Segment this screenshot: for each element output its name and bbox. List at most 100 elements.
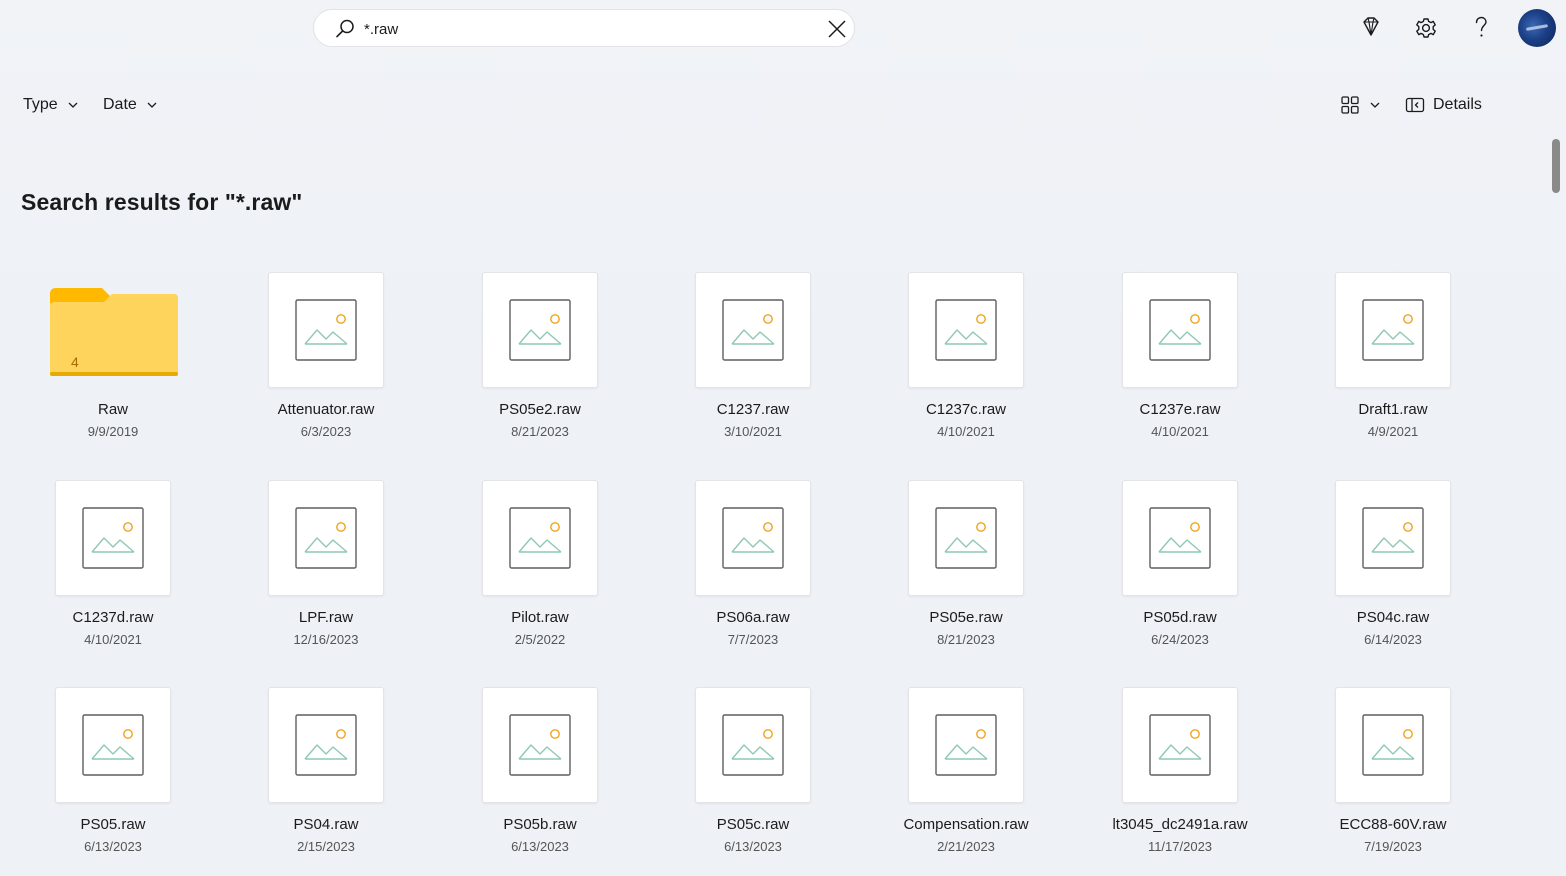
file-date: 2/15/2023 <box>297 839 355 854</box>
vertical-scrollbar[interactable] <box>1552 139 1560 193</box>
file-name: Draft1.raw <box>1358 401 1428 418</box>
file-date: 6/13/2023 <box>84 839 142 854</box>
file-name: PS05b.raw <box>503 816 577 833</box>
file-thumbnail <box>1335 480 1451 596</box>
file-thumbnail <box>908 687 1024 803</box>
file-explorer-window: Type Date Details Search results for "*.… <box>0 0 1566 876</box>
file-item[interactable]: LPF.raw 12/16/2023 <box>226 478 426 668</box>
image-placeholder-icon <box>722 299 784 361</box>
page-title: Search results for "*.raw" <box>21 189 303 215</box>
file-thumbnail <box>1122 272 1238 388</box>
file-item[interactable]: Compensation.raw 2/21/2023 <box>866 685 1066 875</box>
file-thumbnail <box>482 480 598 596</box>
file-date: 8/21/2023 <box>511 424 569 439</box>
file-item[interactable]: PS05b.raw 6/13/2023 <box>440 685 640 875</box>
file-name: Pilot.raw <box>511 609 569 626</box>
file-name: Compensation.raw <box>903 816 1029 833</box>
file-date: 4/10/2021 <box>1151 424 1209 439</box>
file-item[interactable]: Draft1.raw 4/9/2021 <box>1293 270 1493 460</box>
file-item[interactable]: Attenuator.raw 6/3/2023 <box>226 270 426 460</box>
file-item[interactable]: C1237d.raw 4/10/2021 <box>13 478 213 668</box>
avatar[interactable] <box>1518 9 1556 47</box>
file-thumbnail <box>268 687 384 803</box>
search-box[interactable] <box>313 9 855 47</box>
date-filter-label: Date <box>103 96 137 113</box>
file-item[interactable]: PS05e.raw 8/21/2023 <box>866 478 1066 668</box>
chevron-down-icon <box>1370 102 1380 108</box>
search-icon <box>336 19 354 38</box>
date-filter-dropdown[interactable]: Date <box>103 94 158 116</box>
folder-icon <box>50 288 178 376</box>
file-item[interactable]: PS05d.raw 6/24/2023 <box>1080 478 1280 668</box>
image-placeholder-icon <box>935 714 997 776</box>
file-name: Attenuator.raw <box>277 401 375 418</box>
image-placeholder-icon <box>1362 507 1424 569</box>
image-placeholder-icon <box>82 507 144 569</box>
file-thumbnail <box>1122 480 1238 596</box>
type-filter-dropdown[interactable]: Type <box>23 94 79 116</box>
file-thumbnail <box>1335 687 1451 803</box>
view-layout-dropdown[interactable] <box>1340 94 1381 116</box>
chevron-down-icon <box>68 102 78 108</box>
chevron-down-icon <box>147 102 157 108</box>
file-name: lt3045_dc2491a.raw <box>1112 816 1248 833</box>
file-item[interactable]: PS05e2.raw 8/21/2023 <box>440 270 640 460</box>
file-item[interactable]: C1237.raw 3/10/2021 <box>653 270 853 460</box>
gear-icon[interactable] <box>1413 14 1439 42</box>
file-thumbnail <box>695 480 811 596</box>
help-icon[interactable] <box>1468 14 1494 42</box>
file-item[interactable]: PS05c.raw 6/13/2023 <box>653 685 853 875</box>
file-name: C1237d.raw <box>72 609 154 626</box>
image-placeholder-icon <box>1149 299 1211 361</box>
file-item[interactable]: ECC88-60V.raw 7/19/2023 <box>1293 685 1493 875</box>
file-thumbnail <box>908 480 1024 596</box>
file-name: C1237.raw <box>716 401 790 418</box>
diamond-icon[interactable] <box>1358 14 1384 42</box>
file-date: 2/21/2023 <box>937 839 995 854</box>
file-date: 2/5/2022 <box>514 632 566 647</box>
file-thumbnail <box>1335 272 1451 388</box>
file-thumbnail <box>908 272 1024 388</box>
file-item[interactable]: C1237c.raw 4/10/2021 <box>866 270 1066 460</box>
clear-search-icon[interactable] <box>826 18 848 40</box>
file-name: PS05e2.raw <box>499 401 581 418</box>
file-date: 11/17/2023 <box>1147 839 1213 854</box>
file-name: C1237e.raw <box>1139 401 1221 418</box>
file-name: PS04.raw <box>293 816 359 833</box>
file-thumbnail <box>55 480 171 596</box>
file-date: 4/10/2021 <box>84 632 142 647</box>
search-input[interactable] <box>364 18 804 40</box>
image-placeholder-icon <box>935 507 997 569</box>
image-placeholder-icon <box>295 714 357 776</box>
file-thumbnail <box>268 272 384 388</box>
folder-item[interactable]: 4 Raw 9/9/2019 <box>13 270 213 460</box>
file-name: PS05c.raw <box>716 816 790 833</box>
file-item[interactable]: PS04.raw 2/15/2023 <box>226 685 426 875</box>
image-placeholder-icon <box>509 714 571 776</box>
file-item[interactable]: PS06a.raw 7/7/2023 <box>653 478 853 668</box>
image-placeholder-icon <box>1149 714 1211 776</box>
file-item[interactable]: Pilot.raw 2/5/2022 <box>440 478 640 668</box>
file-name: PS06a.raw <box>716 609 790 626</box>
file-item[interactable]: PS05.raw 6/13/2023 <box>13 685 213 875</box>
file-thumbnail <box>482 687 598 803</box>
type-filter-label: Type <box>23 96 58 113</box>
file-item[interactable]: lt3045_dc2491a.raw 11/17/2023 <box>1080 685 1280 875</box>
file-thumbnail <box>1122 687 1238 803</box>
file-name: PS05d.raw <box>1143 609 1217 626</box>
image-placeholder-icon <box>1362 299 1424 361</box>
file-item[interactable]: PS04c.raw 6/14/2023 <box>1293 478 1493 668</box>
file-date: 12/16/2023 <box>293 632 359 647</box>
file-item[interactable]: C1237e.raw 4/10/2021 <box>1080 270 1280 460</box>
file-name: ECC88-60V.raw <box>1339 816 1447 833</box>
file-thumbnail <box>482 272 598 388</box>
file-name: PS05.raw <box>80 816 146 833</box>
file-date: 6/13/2023 <box>724 839 782 854</box>
file-thumbnail <box>695 687 811 803</box>
file-thumbnail <box>268 480 384 596</box>
file-date: 6/14/2023 <box>1364 632 1422 647</box>
file-name: PS05e.raw <box>929 609 1003 626</box>
file-date: 6/24/2023 <box>1151 632 1209 647</box>
file-date: 6/3/2023 <box>300 424 352 439</box>
details-pane-button[interactable]: Details <box>1405 94 1482 116</box>
